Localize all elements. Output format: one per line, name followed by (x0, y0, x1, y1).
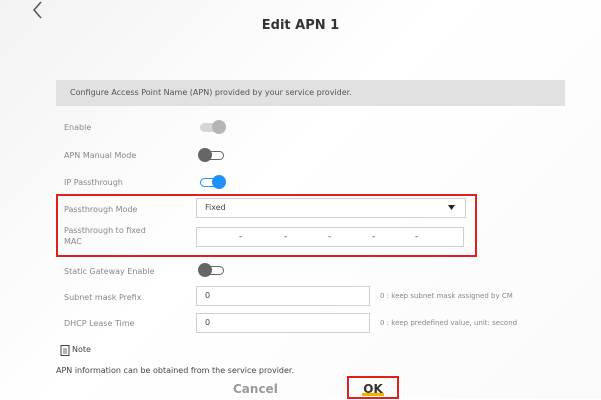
ip-passthrough-label: IP Passthrough (64, 178, 123, 187)
chevron-left-icon[interactable] (26, 0, 50, 20)
note-label: Note (72, 345, 91, 354)
enable-label: Enable (64, 123, 92, 132)
subnet-mask-input[interactable]: 0 (196, 286, 370, 306)
apn-manual-mode-label: APN Manual Mode (64, 151, 137, 160)
dhcp-lease-hint: 0 : keep predefined value, unit: second (380, 319, 518, 327)
ok-button-underline (362, 393, 384, 396)
dhcp-lease-input[interactable]: 0 (196, 313, 370, 333)
ip-passthrough-toggle[interactable] (198, 175, 228, 189)
note-text: APN information can be obtained from the… (56, 366, 295, 375)
apn-manual-mode-toggle[interactable] (198, 148, 228, 162)
subnet-mask-label: Subnet mask Prefix (64, 293, 142, 302)
static-gateway-label: Static Gateway Enable (64, 267, 155, 276)
cancel-button[interactable]: Cancel (233, 382, 278, 396)
page-title: Edit APN 1 (261, 18, 340, 33)
enable-toggle[interactable] (198, 120, 228, 134)
note-icon (60, 345, 70, 356)
highlight-passthrough-box (56, 194, 477, 257)
subnet-mask-hint: 0 : keep subnet mask assigned by CM (380, 292, 513, 300)
static-gateway-toggle[interactable] (198, 263, 228, 277)
dhcp-lease-label: DHCP Lease Time (64, 319, 135, 328)
info-banner: Configure Access Point Name (APN) provid… (56, 80, 565, 106)
